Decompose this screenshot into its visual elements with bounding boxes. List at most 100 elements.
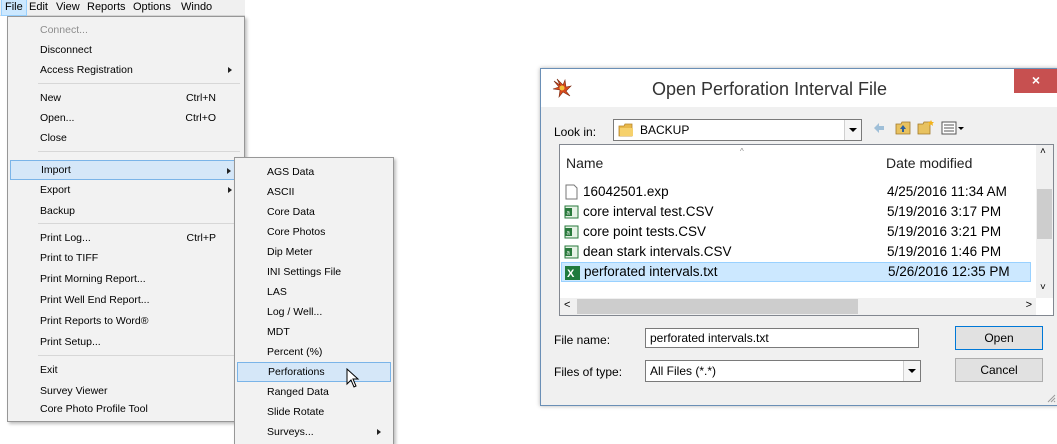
file-name: dean stark intervals.CSV (583, 244, 732, 259)
submenu-item-dip-meter[interactable]: Dip Meter (237, 242, 391, 262)
blank-file-icon (565, 184, 578, 200)
menu-item-label: Print Setup... (40, 336, 101, 348)
column-header-date-modified[interactable]: Date modified (886, 155, 972, 171)
scrollbar-thumb[interactable] (577, 299, 858, 314)
file-menu: Connect... Disconnect Access Registratio… (7, 16, 245, 422)
horizontal-scrollbar[interactable]: < > (560, 298, 1036, 315)
menu-item-print-reports-to-word[interactable]: Print Reports to Word® (10, 311, 242, 331)
chevron-down-icon[interactable] (844, 120, 861, 140)
menu-item-label: Print Reports to Word® (40, 315, 149, 327)
menu-item-label: Export (40, 184, 71, 196)
menu-reports[interactable]: Reports (84, 0, 129, 15)
new-folder-icon[interactable] (917, 119, 935, 135)
mouse-pointer-icon (346, 368, 360, 388)
shortcut-label: Ctrl+O (185, 112, 216, 124)
submenu-item-ascii[interactable]: ASCII (237, 182, 391, 202)
view-menu-icon[interactable] (941, 121, 965, 135)
back-arrow-icon[interactable] (872, 121, 886, 135)
submenu-item-las[interactable]: LAS (237, 282, 391, 302)
file-date: 5/26/2016 12:35 PM (888, 264, 1010, 279)
submenu-item-ini-settings-file[interactable]: INI Settings File (237, 262, 391, 282)
scroll-left-icon[interactable]: < (564, 299, 570, 311)
file-row[interactable]: a core interval test.CSV 5/19/2016 3:17 … (561, 202, 1029, 222)
menu-item-print-morning-report[interactable]: Print Morning Report... (10, 269, 242, 289)
menu-item-open[interactable]: Open... Ctrl+O (10, 108, 242, 128)
look-in-label: Look in: (554, 125, 597, 139)
menu-item-print-well-end-report[interactable]: Print Well End Report... (10, 290, 242, 310)
chevron-down-icon[interactable] (903, 361, 920, 381)
file-name-input[interactable] (645, 328, 919, 348)
resize-grip-icon[interactable] (1046, 393, 1056, 403)
menu-window[interactable]: Windo (178, 0, 215, 15)
file-list[interactable]: Name ^ Date modified 16042501.exp 4/25/2… (559, 144, 1054, 316)
menu-file[interactable]: File (1, 0, 27, 16)
menu-options[interactable]: Options (130, 0, 174, 15)
menu-view[interactable]: View (53, 0, 83, 15)
menu-item-disconnect[interactable]: Disconnect (10, 40, 242, 60)
menu-edit[interactable]: Edit (26, 0, 51, 15)
submenu-item-perforations[interactable]: Perforations (237, 362, 391, 382)
menu-item-print-setup[interactable]: Print Setup... (10, 332, 242, 352)
open-file-dialog: Open Perforation Interval File × Look in… (540, 68, 1057, 406)
menu-item-backup[interactable]: Backup (10, 201, 242, 221)
files-of-type-dropdown[interactable]: All Files (*.*) (645, 360, 921, 382)
submenu-arrow-icon (377, 429, 381, 435)
vertical-scrollbar[interactable]: ˄ ˅ (1036, 145, 1053, 298)
menu-item-label: Core Photo Profile Tool (40, 403, 148, 415)
scrollbar-thumb[interactable] (1037, 189, 1052, 239)
column-header-name[interactable]: Name (566, 155, 603, 171)
menu-item-new[interactable]: New Ctrl+N (10, 88, 242, 108)
file-row[interactable]: a core point tests.CSV 5/19/2016 3:21 PM (561, 222, 1029, 242)
submenu-item-ags-data[interactable]: AGS Data (237, 162, 391, 182)
submenu-item-slide-rotate[interactable]: Slide Rotate (237, 402, 391, 422)
menu-item-print-to-tiff[interactable]: Print to TIFF (10, 248, 242, 268)
submenu-arrow-icon (228, 187, 232, 193)
menu-item-import[interactable]: Import (10, 160, 242, 180)
menu-item-label: Print Morning Report... (40, 273, 146, 285)
menu-item-label: Print Well End Report... (40, 294, 150, 306)
scroll-right-icon[interactable]: > (1026, 299, 1032, 311)
menu-item-close[interactable]: Close (10, 128, 242, 148)
file-row-selected[interactable]: X perforated intervals.txt 5/26/2016 12:… (561, 262, 1031, 282)
menu-separator (38, 83, 240, 84)
file-date: 4/25/2016 11:34 AM (887, 184, 1007, 199)
menu-item-label: Access Registration (40, 64, 133, 76)
close-button[interactable]: × (1014, 69, 1057, 93)
menu-item-label: Import (41, 164, 71, 176)
menu-separator (38, 355, 240, 356)
submenu-item-core-data[interactable]: Core Data (237, 202, 391, 222)
menu-item-export[interactable]: Export (10, 180, 242, 200)
look-in-dropdown[interactable]: BACKUP (613, 119, 862, 141)
excel-file-icon: X (565, 266, 580, 280)
folder-icon (618, 123, 633, 137)
scroll-down-icon[interactable]: ˅ (1040, 282, 1046, 293)
open-button[interactable]: Open (955, 326, 1043, 350)
menu-separator (38, 151, 240, 152)
menu-item-label: New (40, 92, 62, 104)
submenu-item-percent[interactable]: Percent (%) (237, 342, 391, 362)
menu-item-connect[interactable]: Connect... (10, 20, 242, 40)
submenu-item-log-well[interactable]: Log / Well... (237, 302, 391, 322)
scroll-up-icon[interactable]: ˄ (1040, 146, 1046, 157)
csv-file-icon: a (564, 225, 579, 239)
submenu-item-surveys[interactable]: Surveys... (237, 422, 391, 442)
cancel-button[interactable]: Cancel (955, 358, 1043, 382)
menu-item-label: Print Log... (40, 232, 91, 244)
dialog-titlebar[interactable]: Open Perforation Interval File × (541, 69, 1057, 107)
menu-item-core-photo-profile-tool[interactable]: Core Photo Profile Tool (10, 399, 242, 419)
files-of-type-value: All Files (*.*) (650, 364, 717, 378)
file-row[interactable]: 16042501.exp 4/25/2016 11:34 AM (561, 182, 1029, 202)
menu-item-print-log[interactable]: Print Log... Ctrl+P (10, 228, 242, 248)
up-folder-icon[interactable] (895, 121, 911, 135)
submenu-item-mdt[interactable]: MDT (237, 322, 391, 342)
submenu-item-ranged-data[interactable]: Ranged Data (237, 382, 391, 402)
menu-item-survey-viewer[interactable]: Survey Viewer (10, 381, 242, 401)
file-name: perforated intervals.txt (584, 264, 718, 279)
file-date: 5/19/2016 3:17 PM (887, 204, 1002, 219)
menu-item-exit[interactable]: Exit (10, 360, 242, 380)
menu-item-label: Exit (40, 364, 58, 376)
menu-item-access-registration[interactable]: Access Registration (10, 60, 242, 80)
file-row[interactable]: a dean stark intervals.CSV 5/19/2016 1:4… (561, 242, 1029, 262)
submenu-item-core-photos[interactable]: Core Photos (237, 222, 391, 242)
menu-bar: File Edit View Reports Options Windo (0, 0, 245, 16)
